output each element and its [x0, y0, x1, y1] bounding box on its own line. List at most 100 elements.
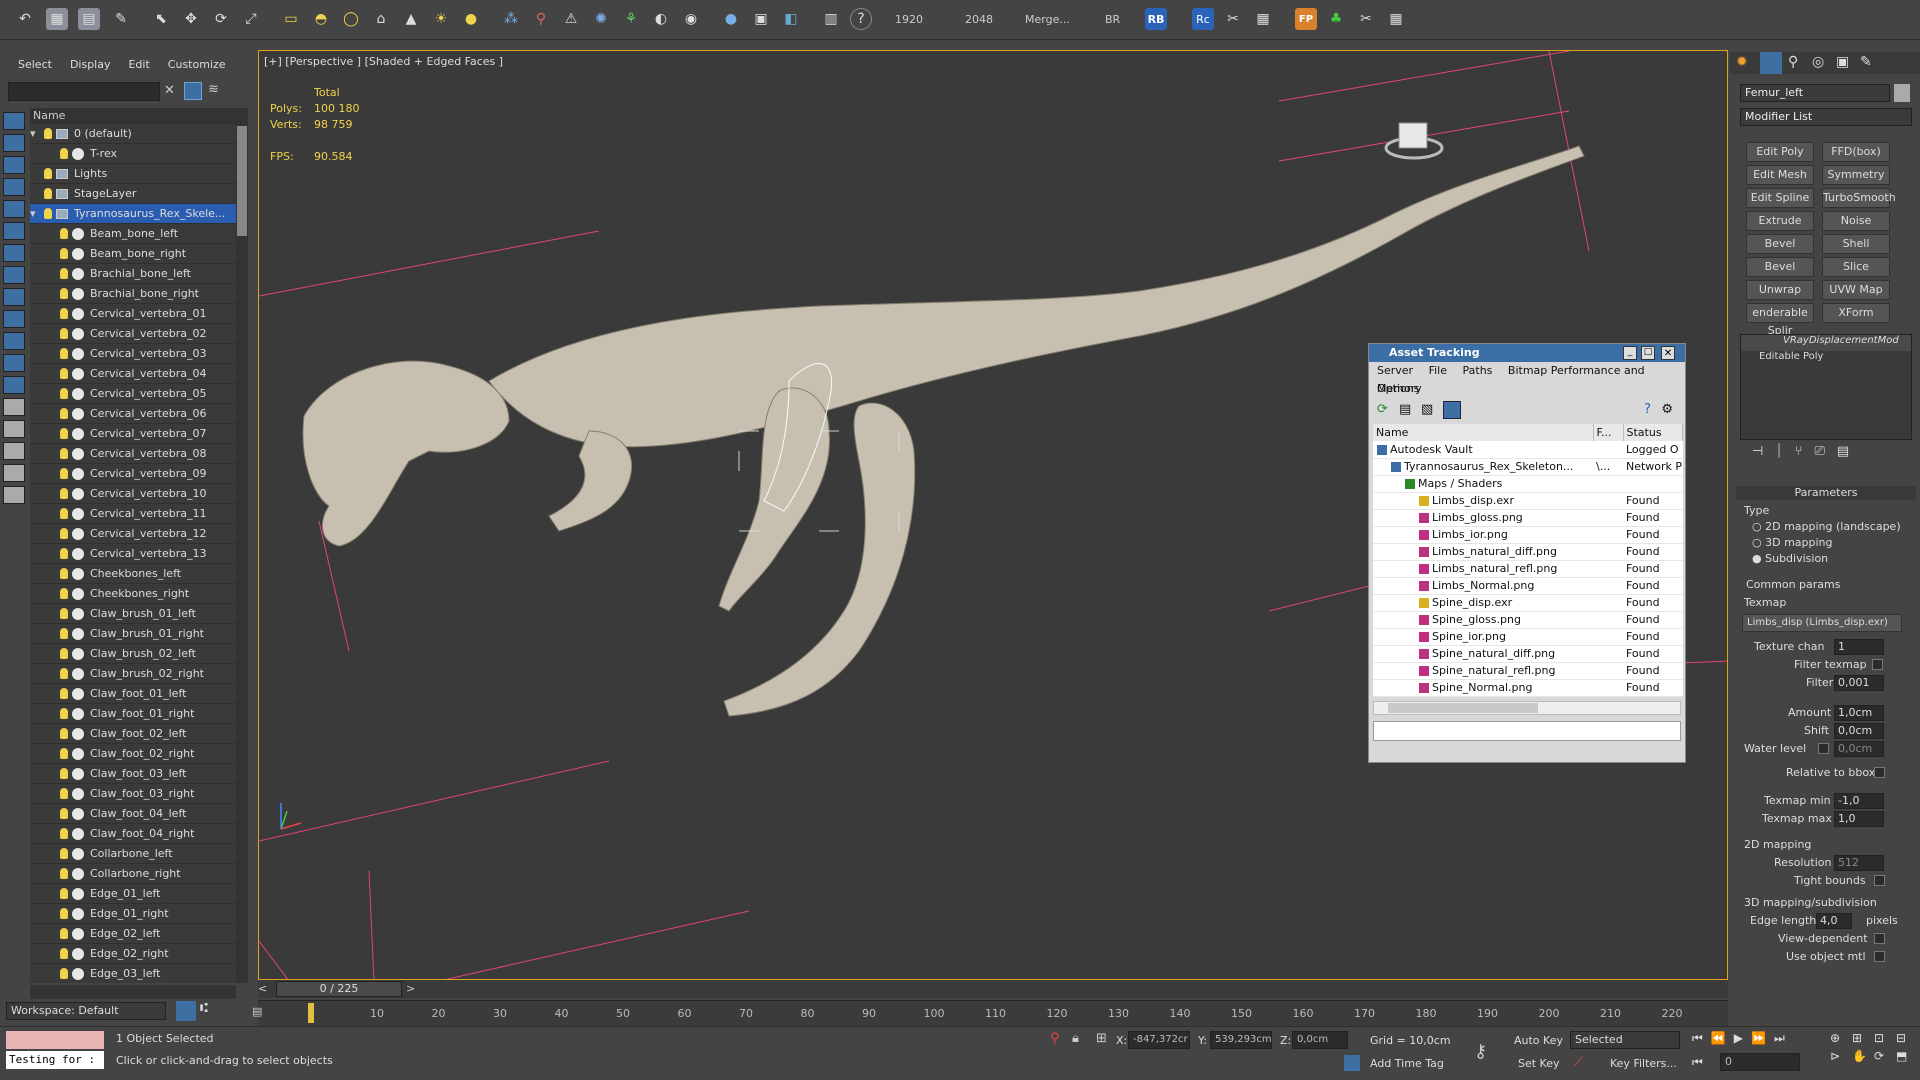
maximize-viewport-icon[interactable]: ⬒ [1896, 1049, 1916, 1063]
visibility-bulb-icon[interactable] [60, 948, 68, 959]
asset-row[interactable]: Autodesk Vault Logged O [1373, 441, 1683, 459]
maxscript-listener-top[interactable] [6, 1031, 104, 1049]
visibility-bulb-icon[interactable] [44, 188, 52, 199]
dome-icon[interactable]: ◓ [310, 8, 332, 30]
options-icon[interactable]: ⚙ [1661, 402, 1673, 417]
modifier-button[interactable]: Unwrap UVW [1746, 280, 1814, 314]
visibility-bulb-icon[interactable] [60, 768, 68, 779]
layers-icon[interactable]: ▥ [820, 8, 842, 30]
display-spacewarps-icon[interactable] [3, 244, 25, 262]
render-setup-icon[interactable]: ▣ [750, 8, 772, 30]
scene-tree-row[interactable]: Cervical_vertebra_05 [30, 384, 236, 404]
asset-scrollbar-thumb[interactable] [1388, 702, 1538, 713]
scene-tree-row[interactable]: Claw_foot_02_right [30, 744, 236, 764]
edge-length-spinner[interactable]: 4,0 [1816, 913, 1852, 929]
mini-curve-editor-icon[interactable]: ▤ [252, 1005, 272, 1023]
scene-tree-row[interactable]: Claw_foot_03_left [30, 764, 236, 784]
next-frame-icon[interactable]: ⏩ [1751, 1031, 1766, 1046]
stack-item-editable-poly[interactable]: Editable Poly [1741, 351, 1911, 367]
scene-tree-row[interactable]: Beam_bone_right [30, 244, 236, 264]
filter-blur-spinner[interactable]: 0,001 [1834, 675, 1884, 691]
scene-tree-row[interactable]: Claw_foot_02_left [30, 724, 236, 744]
scene-tree-row[interactable]: Cervical_vertebra_09 [30, 464, 236, 484]
scene-tree-row[interactable]: ▾ 0 (default) [30, 124, 236, 144]
previous-frame-icon[interactable]: ⏪ [1711, 1031, 1726, 1046]
play-icon[interactable]: ▶ [1734, 1031, 1743, 1046]
x-coordinate[interactable]: -847,372cr [1128, 1031, 1190, 1049]
visibility-bulb-icon[interactable] [60, 428, 68, 439]
motion-tab-icon[interactable]: ◎ [1812, 54, 1824, 70]
remove-modifier-icon[interactable]: ⎚ [1815, 444, 1825, 466]
scene-tree-row[interactable]: Claw_foot_01_left [30, 684, 236, 704]
scale-icon[interactable]: ⤢ [240, 8, 262, 30]
shift-spinner[interactable]: 0,0cm [1834, 723, 1884, 739]
expand-arrow-icon[interactable]: ▾ [30, 124, 36, 144]
view-dependent-checkbox[interactable] [1874, 933, 1885, 944]
render-width[interactable]: 1920 [895, 13, 923, 26]
pin-stack-icon[interactable]: ⊣ [1752, 444, 1763, 466]
asset-row[interactable]: Spine_natural_refl.png Found [1373, 662, 1683, 680]
visibility-bulb-icon[interactable] [60, 268, 68, 279]
set-key-button[interactable]: Set Key [1518, 1057, 1560, 1070]
show-end-result-icon[interactable]: ⏐ [1775, 444, 1782, 466]
scene-tree-row[interactable]: Claw_foot_03_right [30, 784, 236, 804]
radio-3d-mapping[interactable]: ○ 3D mapping [1752, 536, 1833, 549]
create-tab-icon[interactable]: ✹ [1736, 54, 1748, 70]
render-frame-icon[interactable]: ◧ [780, 8, 802, 30]
display-frozen-icon[interactable] [3, 354, 25, 372]
key-icon[interactable]: ⚷ [1474, 1041, 1487, 1062]
workspace-dropdown[interactable]: Workspace: Default [6, 1002, 166, 1020]
visibility-bulb-icon[interactable] [44, 168, 52, 179]
asset-row[interactable]: Spine_Normal.png Found [1373, 679, 1683, 697]
visibility-bulb-icon[interactable] [60, 848, 68, 859]
display-groups-icon[interactable] [3, 266, 25, 284]
visibility-bulb-icon[interactable] [60, 148, 68, 159]
viewport-label[interactable]: [+] [Perspective ] [Shaded + Edged Faces… [264, 55, 503, 68]
column-header-name[interactable]: Name [30, 108, 236, 124]
visibility-bulb-icon[interactable] [60, 668, 68, 679]
texmap-min-spinner[interactable]: -1,0 [1834, 793, 1884, 809]
water-level-spinner[interactable]: 0,0cm [1834, 741, 1884, 757]
configure-sets-icon[interactable]: ▤ [1837, 444, 1849, 466]
modifier-button[interactable]: UVW Map [1822, 280, 1890, 300]
asset-path-field[interactable] [1373, 720, 1681, 741]
filter-texmap-checkbox[interactable] [1872, 659, 1883, 670]
orbit-icon[interactable]: ⟳ [1874, 1049, 1894, 1063]
asset-row[interactable]: Spine_disp.exr Found [1373, 594, 1683, 612]
visibility-bulb-icon[interactable] [60, 328, 68, 339]
display-influences-icon[interactable] [3, 420, 25, 438]
relative-bbox-checkbox[interactable] [1874, 767, 1885, 778]
move-icon[interactable]: ✥ [180, 8, 202, 30]
render-height[interactable]: 2048 [965, 13, 993, 26]
ies-light-icon[interactable]: ● [460, 8, 482, 30]
scene-tree-row[interactable]: StageLayer [30, 184, 236, 204]
go-to-start-icon[interactable]: ⏮ [1692, 1031, 1703, 1046]
modifier-list-dropdown[interactable]: Modifier List [1740, 108, 1912, 126]
object-color-swatch[interactable] [1894, 84, 1910, 102]
modifier-button[interactable]: Extrude [1746, 211, 1814, 231]
texmap-max-spinner[interactable]: 1,0 [1834, 811, 1884, 827]
scene-tree-row[interactable]: Cheekbones_right [30, 584, 236, 604]
cone-light-icon[interactable]: ▲ [400, 8, 422, 30]
scene-tree-row[interactable]: Cervical_vertebra_02 [30, 324, 236, 344]
menu-select[interactable]: Select [18, 58, 52, 78]
undo-icon[interactable]: ↶ [14, 8, 36, 30]
frame-counter[interactable]: 0 / 225 [276, 981, 402, 997]
visibility-bulb-icon[interactable] [44, 208, 52, 219]
key-mode-icon[interactable]: ⟋ [1574, 1055, 1583, 1070]
add-time-tag[interactable]: Add Time Tag [1370, 1057, 1444, 1070]
visibility-bulb-icon[interactable] [60, 388, 68, 399]
list-view-icon[interactable]: ▤ [1399, 402, 1411, 417]
visibility-bulb-icon[interactable] [60, 468, 68, 479]
display-hidden-icon[interactable] [3, 376, 25, 394]
scene-tree-row[interactable]: Claw_brush_01_left [30, 604, 236, 624]
visibility-bulb-icon[interactable] [60, 308, 68, 319]
thumbnail-view-icon[interactable]: ▧ [1421, 402, 1433, 417]
menu-display[interactable]: Display [70, 58, 111, 78]
visibility-bulb-icon[interactable] [60, 828, 68, 839]
go-to-end-icon[interactable]: ⏭ [1774, 1031, 1785, 1046]
modifier-button[interactable]: XForm [1822, 303, 1890, 323]
visibility-bulb-icon[interactable] [60, 808, 68, 819]
sort-icon[interactable] [3, 442, 25, 460]
scene-tree-row[interactable]: ▾ Tyrannosaurus_Rex_Skele... [30, 204, 236, 224]
